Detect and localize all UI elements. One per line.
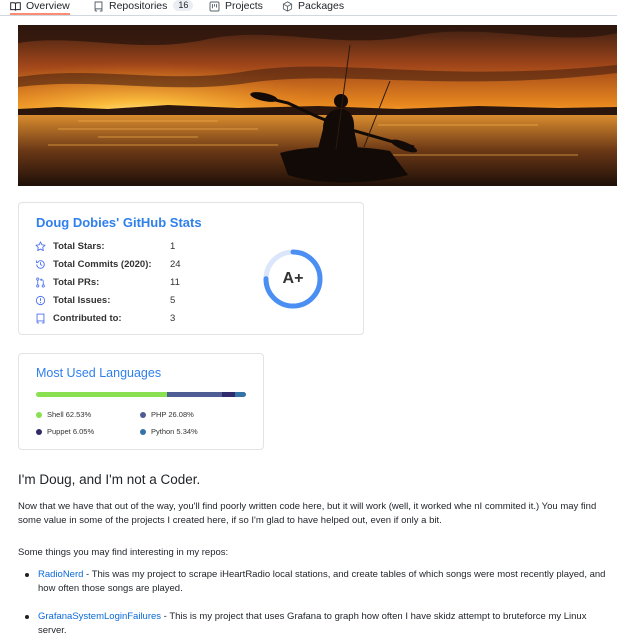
tab-overview[interactable]: Overview: [10, 0, 70, 15]
profile-tab-bar: Overview Repositories 16 Projects Packag…: [0, 0, 617, 16]
tab-label: Packages: [298, 0, 345, 12]
readme-heading: I'm Doug, and I'm not a Coder.: [18, 472, 201, 487]
language-label: Puppet 6.05%: [47, 427, 95, 436]
rank-grade-label: A+: [282, 270, 304, 287]
stat-label: Total Stars:: [53, 240, 105, 252]
stat-row-commits: Total Commits (2020): 24: [35, 257, 181, 271]
github-stats-card: Doug Dobies' GitHub Stats Total Stars: 1…: [18, 202, 364, 335]
language-color-dot: [140, 428, 146, 435]
stat-value: 24: [170, 258, 181, 270]
package-icon: [282, 1, 293, 12]
language-item-python: Python 5.34%: [140, 427, 198, 436]
stat-row-contributed: Contributed to: 3: [35, 311, 175, 325]
repo-icon: [36, 313, 45, 323]
language-color-dot: [36, 411, 42, 418]
sunset-kayak-image: [18, 25, 617, 186]
most-used-languages-card: Most Used Languages Shell 62.53% PHP 26.…: [18, 353, 264, 450]
language-color-dot: [140, 411, 146, 418]
stat-value: 1: [170, 240, 176, 252]
readme-intro-paragraph: Now that we have that out of the way, yo…: [18, 501, 597, 526]
languages-card-title: Most Used Languages: [36, 366, 162, 380]
radionerd-repo-link[interactable]: RadioNerd: [38, 569, 83, 580]
list-item-text: - This was my project to scrape iHeartRa…: [38, 569, 606, 594]
language-label: PHP 26.08%: [151, 410, 194, 419]
tab-label: Projects: [225, 0, 263, 12]
stat-value: 3: [170, 312, 176, 324]
languages-progress-bar: [36, 392, 246, 397]
language-item-shell: Shell 62.53%: [36, 410, 91, 419]
history-icon: [35, 259, 45, 269]
project-icon: [209, 1, 220, 12]
tab-repositories[interactable]: Repositories 16: [93, 0, 194, 15]
list-item: RadioNerd - This was my project to scrap…: [25, 568, 610, 596]
tab-packages[interactable]: Packages: [282, 0, 344, 15]
bullet-dot: [25, 573, 29, 577]
language-bar-segment: [234, 392, 246, 397]
list-item: GrafanaSystemLoginFailures - This is my …: [25, 610, 610, 638]
language-bar-segment: [167, 392, 223, 397]
language-label: Python 5.34%: [151, 427, 198, 436]
stat-label: Total PRs:: [53, 276, 100, 288]
profile-banner-image: [18, 25, 617, 186]
pull-request-icon: [36, 277, 45, 287]
repo-icon: [94, 1, 103, 12]
language-item-puppet: Puppet 6.05%: [36, 427, 94, 436]
tab-projects[interactable]: Projects: [209, 0, 263, 15]
repo-count-badge: 16: [173, 0, 194, 11]
language-label: Shell 62.53%: [47, 410, 92, 419]
stat-label: Contributed to:: [53, 312, 122, 324]
book-icon: [10, 2, 21, 11]
language-color-dot: [36, 428, 42, 435]
tab-label: Overview: [26, 0, 70, 12]
star-icon: [35, 240, 46, 251]
rank-grade-circle: A+: [262, 248, 324, 310]
stat-row-prs: Total PRs: 11: [35, 275, 180, 289]
language-item-php: PHP 26.08%: [140, 410, 194, 419]
stat-row-stars: Total Stars: 1: [35, 239, 175, 253]
readme-things-heading: Some things you may find interesting in …: [18, 547, 229, 558]
stat-value: 5: [170, 294, 176, 306]
grafana-repo-link[interactable]: GrafanaSystemLoginFailures: [38, 611, 161, 622]
tab-label: Repositories: [109, 0, 168, 12]
issue-icon: [35, 295, 46, 305]
bullet-dot: [25, 615, 29, 619]
stats-card-title: Doug Dobies' GitHub Stats: [36, 215, 202, 230]
stat-label: Total Commits (2020):: [53, 258, 152, 270]
language-bar-segment: [36, 392, 168, 397]
language-bar-segment: [222, 392, 235, 397]
stat-label: Total Issues:: [53, 294, 111, 306]
stat-row-issues: Total Issues: 5: [35, 293, 175, 307]
stat-value: 11: [170, 276, 180, 288]
